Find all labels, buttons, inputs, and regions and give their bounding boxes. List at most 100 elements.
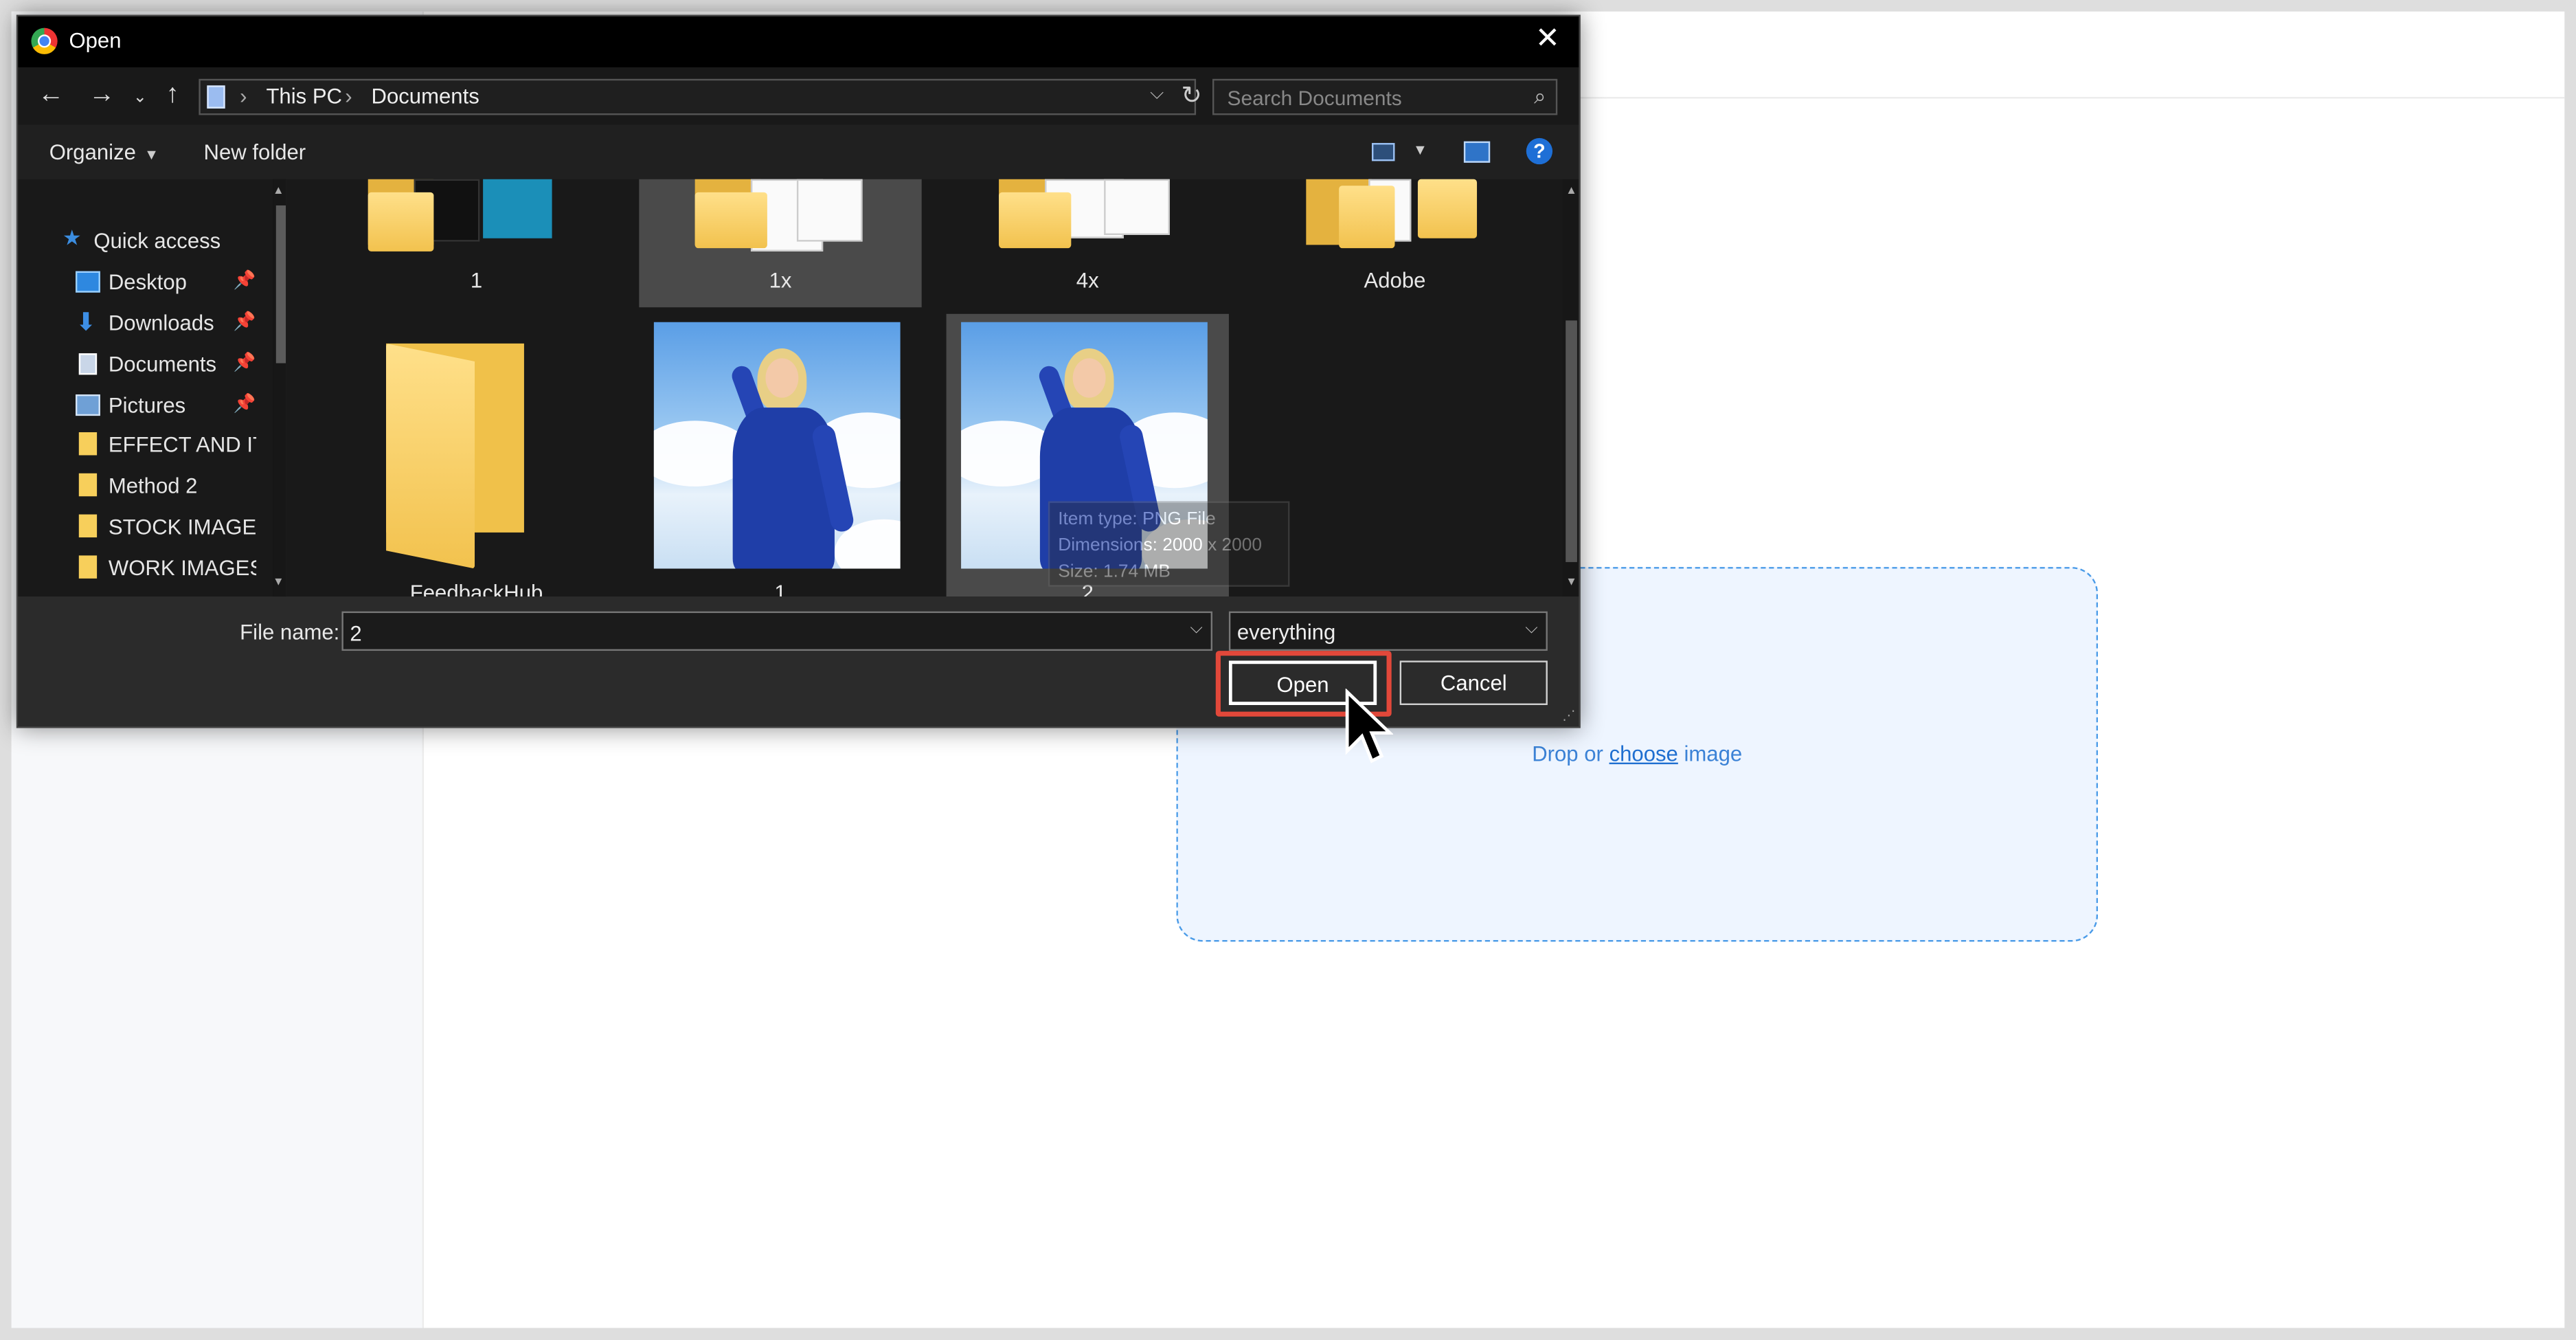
open-file-dialog: Open ✕ ← → ⌄ ↑ › This PC › Documents ⌵ ↻… [16, 14, 1581, 728]
download-icon: ⬇ [76, 309, 97, 337]
forward-arrow-icon[interactable]: → [89, 80, 115, 110]
new-folder-button[interactable]: New folder [204, 139, 306, 164]
organize-button[interactable]: Organize ▼ [49, 139, 159, 164]
scroll-down-icon[interactable]: ▼ [1566, 577, 1577, 588]
nav-item-work-images[interactable]: WORK IMAGES [18, 550, 273, 587]
file-info-tooltip: Item type: PNG File Dimensions: 2000 x 2… [1048, 501, 1290, 587]
folder-icon [78, 555, 98, 579]
folder-front [1417, 179, 1478, 238]
choose-image-link[interactable]: choose [1609, 740, 1678, 765]
nav-pane-scrollbar[interactable]: ▲ ▼ [273, 179, 286, 597]
nav-item-desktop[interactable]: Desktop 📌 [18, 265, 273, 301]
nav-item-pictures[interactable]: Pictures 📌 [18, 388, 273, 424]
pin-icon: 📌 [233, 394, 256, 414]
nav-item-method-2[interactable]: Method 2 [18, 469, 273, 505]
folder-thumb [483, 179, 552, 238]
star-icon: ★ [62, 225, 82, 250]
image-item[interactable]: 1 [639, 315, 921, 596]
recent-locations-chevron-icon[interactable]: ⌄ [133, 84, 147, 113]
folder-front [999, 192, 1072, 249]
nav-item-downloads[interactable]: ⬇ Downloads 📌 [18, 306, 273, 342]
scrollbar-thumb[interactable] [275, 205, 286, 364]
back-arrow-icon[interactable]: ← [38, 80, 64, 110]
nav-item-label: STOCK IMAGES [108, 514, 257, 539]
help-icon[interactable]: ? [1526, 137, 1553, 165]
folder-item[interactable]: 1 [335, 179, 618, 304]
search-input[interactable] [1214, 80, 1526, 117]
navigation-bar: ← → ⌄ ↑ › This PC › Documents ⌵ ↻ ⌕ [18, 67, 1579, 125]
folder-thumb [1104, 179, 1170, 235]
cancel-button[interactable]: Cancel [1399, 660, 1548, 705]
file-list: 1 1x 4x Adobe FeedbackHub 1 2 Item type:… [286, 179, 1563, 597]
pin-icon: 📌 [233, 271, 256, 291]
folder-front [1339, 186, 1395, 249]
folder-item[interactable]: FeedbackHub [335, 315, 618, 596]
scroll-down-icon[interactable]: ▼ [273, 577, 284, 588]
scrollbar-thumb[interactable] [1566, 320, 1577, 562]
chevron-down-icon[interactable]: ⌵ [1525, 620, 1537, 638]
folder-front [694, 192, 767, 249]
folder-front [386, 343, 475, 569]
pin-icon: 📌 [233, 312, 256, 333]
nav-item-label: Method 2 [108, 473, 198, 498]
tooltip-item-type: Item type: PNG File [1058, 509, 1216, 530]
organize-label: Organize [49, 139, 136, 165]
chevron-right-icon: › [345, 83, 352, 109]
desktop-icon [76, 271, 100, 293]
chevron-down-icon[interactable]: ⌵ [1190, 620, 1202, 638]
navigation-pane: ★ Quick access Desktop 📌 ⬇ Downloads 📌 D… [18, 179, 286, 597]
file-label: 1 [470, 267, 483, 293]
document-icon [78, 353, 98, 375]
breadcrumb-this-pc[interactable]: This PC [266, 84, 342, 109]
pictures-icon [76, 394, 100, 416]
folder-item[interactable]: Adobe [1254, 179, 1536, 304]
close-icon[interactable]: ✕ [1530, 21, 1566, 56]
scroll-up-icon[interactable]: ▲ [273, 186, 284, 197]
nav-item-label: EFFECT AND ITEI [108, 432, 256, 457]
search-icon: ⌕ [1534, 83, 1546, 109]
folder-front [368, 192, 434, 252]
file-list-scrollbar[interactable]: ▲ ▼ [1562, 179, 1579, 597]
address-dropdown-icon[interactable]: ⌵ [1150, 84, 1164, 105]
file-name-label: File name: [240, 619, 340, 645]
folder-item-selected[interactable]: 1x [639, 179, 922, 308]
this-pc-icon [207, 85, 225, 109]
folder-item[interactable]: 4x [947, 179, 1229, 304]
folder-icon [78, 514, 98, 538]
dialog-toolbar: Organize ▼ New folder ▼ ? [18, 124, 1579, 179]
scroll-up-icon[interactable]: ▲ [1566, 186, 1577, 197]
drop-suffix: image [1684, 740, 1743, 766]
image-thumbnail [653, 322, 901, 569]
file-type-value: everything [1236, 619, 1336, 645]
dropzone-text: Drop or choose image [1532, 740, 1742, 765]
nav-item-effect-and-items[interactable]: EFFECT AND ITEI [18, 427, 273, 464]
chrome-icon [31, 27, 58, 54]
breadcrumb-documents[interactable]: Documents [372, 84, 479, 109]
search-box[interactable]: ⌕ [1212, 78, 1558, 117]
refresh-icon[interactable]: ↻ [1182, 80, 1202, 111]
address-bar[interactable]: › This PC › Documents ⌵ ↻ [199, 78, 1202, 115]
tooltip-dimensions: Dimensions: 2000 x 2000 [1058, 535, 1263, 556]
tooltip-size: Size: 1.74 MB [1058, 561, 1171, 582]
nav-item-stock-images[interactable]: STOCK IMAGES [18, 509, 273, 546]
file-label: 4x [1076, 267, 1099, 293]
folder-icon [78, 473, 98, 497]
dialog-titlebar: Open ✕ [18, 16, 1579, 68]
file-type-filter[interactable]: everything ⌵ [1228, 611, 1548, 651]
view-options-icon[interactable] [1371, 143, 1395, 161]
nav-item-documents[interactable]: Documents 📌 [18, 347, 273, 383]
chevron-right-icon: › [240, 83, 247, 109]
up-arrow-icon[interactable]: ↑ [166, 80, 179, 110]
caret-down-icon[interactable]: ▼ [1413, 142, 1427, 158]
nav-item-label: Quick access [93, 228, 221, 254]
folder-thumb [796, 179, 863, 242]
file-name-input[interactable] [343, 613, 1175, 653]
nav-item-quick-access[interactable]: ★ Quick access [18, 223, 273, 260]
preview-pane-icon[interactable] [1463, 141, 1491, 163]
file-name-combobox[interactable]: ⌵ [341, 611, 1213, 653]
resize-grip-icon[interactable]: ⋰ [1562, 708, 1575, 724]
file-label: 1 [774, 580, 787, 597]
file-label: 1x [769, 267, 792, 293]
folder-icon [78, 432, 98, 456]
drop-prefix: Drop or [1532, 740, 1603, 766]
